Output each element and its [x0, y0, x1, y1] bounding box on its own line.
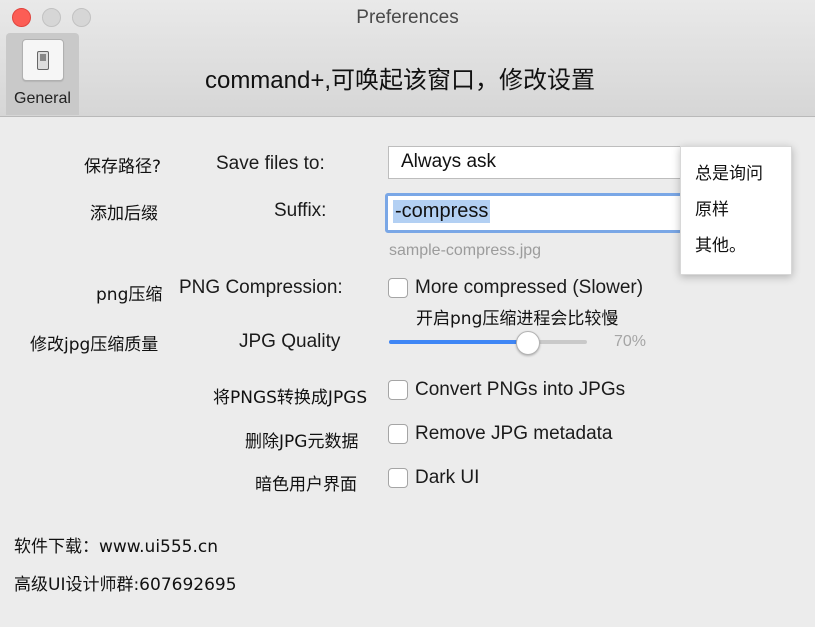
convert-png-label: Convert PNGs into JPGs — [415, 379, 626, 400]
dark-ui-checkbox[interactable] — [388, 468, 408, 488]
save-location-popup[interactable]: Always ask — [388, 146, 682, 179]
save-location-menu: 总是询问 原样 其他。 — [680, 146, 792, 275]
jpg-quality-value: 70% — [614, 333, 647, 350]
annotation-jpg-quality: 修改jpg压缩质量 — [30, 335, 159, 355]
png-compression-option: More compressed (Slower) — [415, 277, 644, 298]
window-title: Preferences — [356, 7, 459, 28]
png-compression-label: PNG Compression: — [179, 277, 343, 298]
jpg-quality-slider-knob[interactable] — [515, 331, 540, 355]
save-files-label: Save files to: — [216, 153, 325, 174]
suffix-value: -compress — [393, 200, 491, 223]
remove-metadata-checkbox[interactable] — [388, 424, 408, 444]
save-location-value: Always ask — [401, 151, 497, 172]
jpg-quality-fill — [389, 340, 528, 344]
menu-item-other[interactable]: 其他。 — [695, 231, 746, 256]
png-compression-checkbox[interactable] — [388, 278, 408, 298]
annotation-suffix: 添加后缀 — [90, 204, 158, 224]
preferences-window: Preferences General command+,可唤起该窗口，修改设置… — [0, 0, 815, 627]
menu-item-always-ask[interactable]: 总是询问 — [695, 159, 763, 184]
dark-ui-label: Dark UI — [415, 467, 480, 488]
remove-metadata-label: Remove JPG metadata — [415, 423, 613, 444]
annotation-dark-ui: 暗色用户界面 — [255, 475, 357, 495]
annotation-group: 高级UI设计师群:607692695 — [14, 575, 237, 595]
annotation-remove-metadata: 删除JPG元数据 — [245, 432, 359, 452]
annotation-convert: 将PNGS转换成JPGS — [213, 388, 368, 408]
suffix-label: Suffix: — [274, 200, 327, 221]
annotation-png-note: 开启png压缩进程会比较慢 — [416, 309, 619, 329]
titlebar: Preferences General command+,可唤起该窗口，修改设置 — [0, 0, 815, 117]
annotation-download: 软件下载：www.ui555.cn — [14, 537, 219, 557]
heading-annotation: command+,可唤起该窗口，修改设置 — [204, 67, 596, 94]
annotation-png: png压缩 — [96, 285, 163, 305]
jpg-quality-track[interactable] — [389, 340, 587, 344]
annotation-save-path: 保存路径? — [84, 157, 162, 177]
convert-png-checkbox[interactable] — [388, 380, 408, 400]
jpg-quality-label: JPG Quality — [239, 331, 341, 352]
menu-item-original[interactable]: 原样 — [695, 195, 729, 220]
suffix-input[interactable]: -compress — [385, 193, 686, 233]
suffix-example: sample-compress.jpg — [389, 242, 542, 259]
